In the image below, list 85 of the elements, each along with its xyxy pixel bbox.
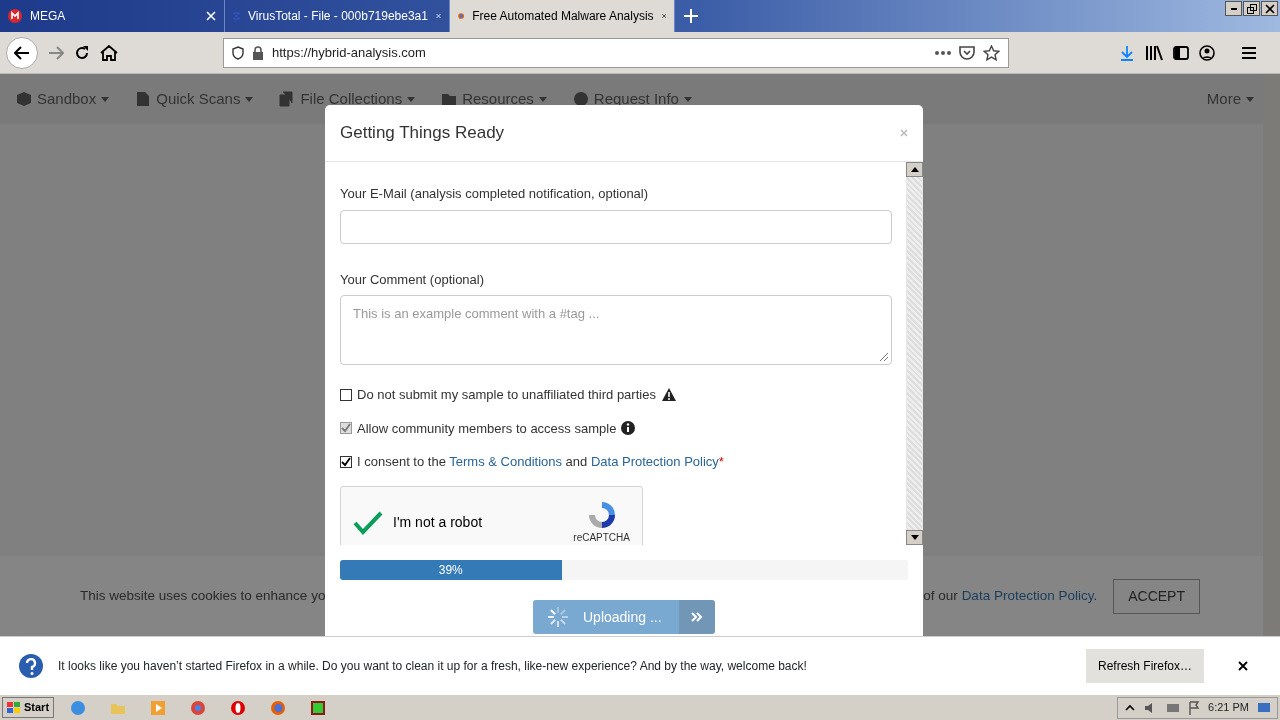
back-arrow-icon: [14, 45, 30, 60]
cube-icon: [16, 91, 32, 107]
checkbox[interactable]: [340, 388, 352, 401]
scroll-down-icon[interactable]: [910, 535, 919, 540]
mega-logo-icon: [8, 9, 22, 23]
double-chevron-icon: [691, 612, 703, 622]
nav-menu-item[interactable]: Request Info: [572, 87, 692, 111]
sigma-logo-icon: [233, 9, 241, 23]
flag-icon[interactable]: [1188, 700, 1201, 715]
caret-icon: [407, 96, 416, 102]
home-icon[interactable]: [100, 44, 118, 61]
cookie-text: This website uses cookies to enhance yo: [80, 586, 326, 605]
recaptcha-logo-icon: [586, 500, 617, 530]
spinner-icon: [547, 606, 569, 628]
field-label: Your Comment (optional): [340, 270, 486, 289]
nav-menu-item[interactable]: Sandbox: [16, 87, 110, 111]
add-icon[interactable]: [683, 8, 699, 24]
modal-scrollbar[interactable]: [906, 162, 923, 545]
browser-tab[interactable]: Free Automated Malware Analysis: [450, 0, 675, 32]
refresh-button[interactable]: Refresh Firefox…: [1085, 648, 1204, 683]
progress-fill: 39%: [340, 560, 562, 580]
terms-link[interactable]: Data Protection Policy: [590, 454, 719, 469]
checkbox-label: I consent to the Terms & Conditions and Data Protection Policy*: [357, 453, 724, 471]
caret-icon: [1246, 96, 1254, 102]
close-button[interactable]: [1261, 1, 1278, 16]
scroll-up-icon[interactable]: [910, 167, 919, 172]
forward-icon[interactable]: [48, 45, 64, 60]
close-icon[interactable]: [1238, 660, 1248, 671]
captcha-label: I'm not a robot: [393, 513, 484, 532]
nav-menu-item[interactable]: Resources: [441, 87, 547, 111]
caret-icon: [101, 96, 110, 102]
files-icon: [279, 91, 296, 107]
star-icon[interactable]: [983, 44, 1000, 61]
more-menu[interactable]: More: [1206, 87, 1254, 111]
restore-icon: [1246, 3, 1257, 14]
checkbox-label: Do not submit my sample to unaffiliated third parties: [357, 386, 656, 404]
caret-icon: [245, 96, 254, 102]
account-icon[interactable]: [1199, 44, 1215, 61]
address-bar[interactable]: https://hybrid-analysis.com: [223, 37, 1009, 68]
clock-time: 6:21 PM: [1208, 700, 1249, 716]
checkbox[interactable]: [340, 455, 352, 468]
minimize-icon: [1230, 7, 1237, 10]
warning-icon: [660, 387, 677, 403]
terms-link[interactable]: Terms & Conditions: [449, 454, 562, 469]
minimize-button[interactable]: [1225, 1, 1242, 16]
download-icon[interactable]: [1119, 44, 1135, 61]
info-icon: [621, 421, 636, 436]
caret-icon: [538, 96, 547, 102]
firefox-logo-icon[interactable]: [270, 699, 287, 716]
email-field[interactable]: [340, 209, 892, 244]
reload-icon[interactable]: [74, 44, 90, 61]
resize-grip-icon: [879, 352, 889, 362]
desktop-icon[interactable]: [1257, 701, 1271, 714]
menu-icon[interactable]: [1241, 45, 1257, 60]
more-icon[interactable]: [935, 50, 951, 55]
modal-title: Getting Things Ready: [340, 122, 505, 145]
close-icon: [1264, 3, 1275, 14]
archive-icon[interactable]: [310, 699, 327, 716]
browser-icon[interactable]: [190, 699, 207, 716]
shield-icon: [232, 45, 244, 60]
nav-menu-item[interactable]: File Collections: [279, 87, 416, 111]
cookie-text: of our Data Protection Policy.: [923, 586, 1098, 605]
url-text: https://hybrid-analysis.com: [272, 43, 426, 62]
captcha-brand: reCAPTCHA: [573, 531, 630, 545]
help-icon: [18, 652, 44, 679]
library-icon[interactable]: [1145, 44, 1163, 61]
checkbox-label: Allow community members to access sample: [357, 419, 617, 438]
comment-field[interactable]: This is an example comment with a #tag ...: [340, 295, 892, 365]
lock-icon: [252, 45, 264, 60]
notification-text: It looks like you haven’t started Firefox in a while. Do you want to clean it up for a fresh, like-new experience? And by the way, welcome back!: [58, 657, 807, 675]
field-label: Your E-Mail (analysis completed notification, optional): [340, 185, 650, 203]
caret-icon: [683, 96, 692, 102]
windows-logo-icon: [7, 701, 21, 714]
captcha-widget[interactable]: I'm not a robot reCAPTCHA: [340, 485, 643, 545]
folder-icon: [441, 91, 458, 107]
network-icon[interactable]: [1166, 701, 1181, 714]
sidebar-icon[interactable]: [1173, 45, 1189, 60]
browser-icon[interactable]: [230, 699, 247, 716]
start-button[interactable]: Start: [2, 697, 55, 718]
restore-button[interactable]: [1243, 1, 1260, 16]
accept-button[interactable]: ACCEPT: [1113, 578, 1200, 614]
file-icon: [135, 91, 152, 107]
back-button[interactable]: [6, 36, 38, 69]
pocket-icon[interactable]: [959, 45, 975, 60]
nav-menu-item[interactable]: Quick Scans: [135, 87, 254, 111]
